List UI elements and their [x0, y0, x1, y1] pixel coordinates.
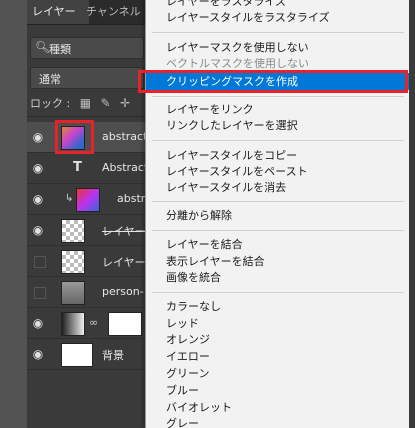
right-edge [409, 0, 415, 428]
layer-row[interactable]: レイヤー [27, 246, 147, 277]
layer-name: abstr [117, 192, 146, 205]
visibility-eye-icon[interactable]: ◉ [31, 161, 45, 175]
menu-item[interactable]: 分離から解除 [166, 208, 406, 224]
layer-name: 背景 [102, 349, 124, 362]
layer-name: Abstract [102, 161, 147, 174]
layer-row[interactable]: person- [27, 277, 147, 308]
search-icon: 🔍︎ [35, 40, 51, 54]
link-icon: ∞ [89, 316, 99, 329]
menu-separator [152, 32, 404, 33]
layer-row[interactable]: ◉ ∞ [27, 308, 147, 339]
visibility-eye-icon[interactable]: ◉ [31, 223, 45, 237]
menu-item[interactable]: イエロー [166, 349, 406, 365]
layer-mask-thumbnail [108, 312, 142, 336]
left-gutter [0, 0, 27, 428]
layer-thumbnail [61, 281, 85, 305]
menu-item[interactable]: レイヤーを結合 [166, 237, 406, 253]
menu-item[interactable]: 表示レイヤーを結合 [166, 254, 406, 270]
menu-item[interactable]: レイヤースタイルをペースト [166, 164, 406, 180]
layers-panel: レイヤー チャンネル 🔍︎ 種類 通常 ロック : ▦ ✎ ✛ ◉ abstra… [27, 0, 147, 428]
annotation-highlight [138, 70, 408, 93]
menu-item[interactable]: グリーン [166, 366, 406, 382]
layer-filter-select[interactable]: 🔍︎ 種類 [30, 37, 144, 59]
lock-move-icon[interactable]: ✛ [120, 96, 130, 110]
menu-item[interactable]: レッド [166, 316, 406, 332]
layer-thumbnail [76, 188, 100, 212]
panel-divider [27, 116, 147, 117]
lock-row: ロック : ▦ ✎ ✛ [30, 95, 130, 111]
menu-item[interactable]: レイヤースタイルをコピー [166, 148, 406, 164]
layer-name: abstract [102, 130, 147, 143]
blend-mode-select[interactable]: 通常 [30, 67, 144, 89]
visibility-toggle[interactable] [34, 287, 46, 299]
lock-label: ロック : [30, 97, 71, 110]
layer-row[interactable]: ◉ ↳ abstr [27, 184, 147, 215]
menu-item[interactable]: バイオレット [166, 400, 406, 416]
annotation-highlight [55, 120, 94, 154]
layer-thumbnail [61, 343, 93, 367]
menu-item[interactable]: レイヤーをラスタライズ [166, 0, 406, 10]
menu-item[interactable]: レイヤースタイルをラスタライズ [166, 10, 406, 26]
clipping-arrow-icon: ↳ [65, 193, 74, 204]
context-menu: レイヤーをラスタライズ レイヤースタイルをラスタライズ レイヤーマスクを使用しな… [145, 0, 410, 428]
layer-name: レイヤー [102, 225, 146, 238]
layer-thumbnail [61, 219, 85, 243]
menu-separator [152, 96, 404, 97]
blend-mode-value: 通常 [39, 73, 61, 86]
menu-item[interactable]: ブルー [166, 383, 406, 399]
layer-row[interactable]: ◉ T Abstract [27, 153, 147, 184]
text-layer-icon: T [73, 160, 82, 175]
layer-row[interactable]: ◉ レイヤー [27, 215, 147, 246]
menu-separator [152, 292, 404, 293]
menu-item[interactable]: グレー [166, 416, 406, 428]
layer-name: person- [102, 285, 144, 298]
menu-separator [152, 201, 404, 202]
menu-separator [152, 230, 404, 231]
menu-item[interactable]: カラーなし [166, 299, 406, 315]
tab-layers[interactable]: レイヤー [27, 0, 89, 24]
menu-item[interactable]: レイヤーをリンク [166, 102, 406, 118]
menu-item[interactable]: オレンジ [166, 332, 406, 348]
menu-item[interactable]: 画像を統合 [166, 270, 406, 286]
panel-tabs: レイヤー チャンネル [27, 0, 147, 25]
layer-thumbnail [61, 250, 85, 274]
tab-channels[interactable]: チャンネル [81, 0, 146, 24]
menu-item[interactable]: レイヤースタイルを消去 [166, 180, 406, 196]
menu-item[interactable]: レイヤーマスクを使用しない [166, 40, 406, 56]
visibility-toggle[interactable] [34, 256, 46, 268]
lock-brush-icon[interactable]: ✎ [101, 96, 111, 110]
visibility-eye-icon[interactable]: ◉ [31, 347, 45, 361]
layer-row[interactable]: ◉ 背景 [27, 339, 147, 370]
lock-transparent-icon[interactable]: ▦ [80, 96, 91, 110]
menu-item[interactable]: リンクしたレイヤーを選択 [166, 118, 406, 134]
filter-kind-label: 種類 [49, 43, 71, 56]
visibility-eye-icon[interactable]: ◉ [31, 130, 45, 144]
menu-separator [152, 140, 404, 141]
visibility-eye-icon[interactable]: ◉ [31, 316, 45, 330]
layer-name: レイヤー [102, 256, 146, 269]
adjustment-thumbnail [61, 312, 85, 336]
visibility-eye-icon[interactable]: ◉ [31, 192, 45, 206]
